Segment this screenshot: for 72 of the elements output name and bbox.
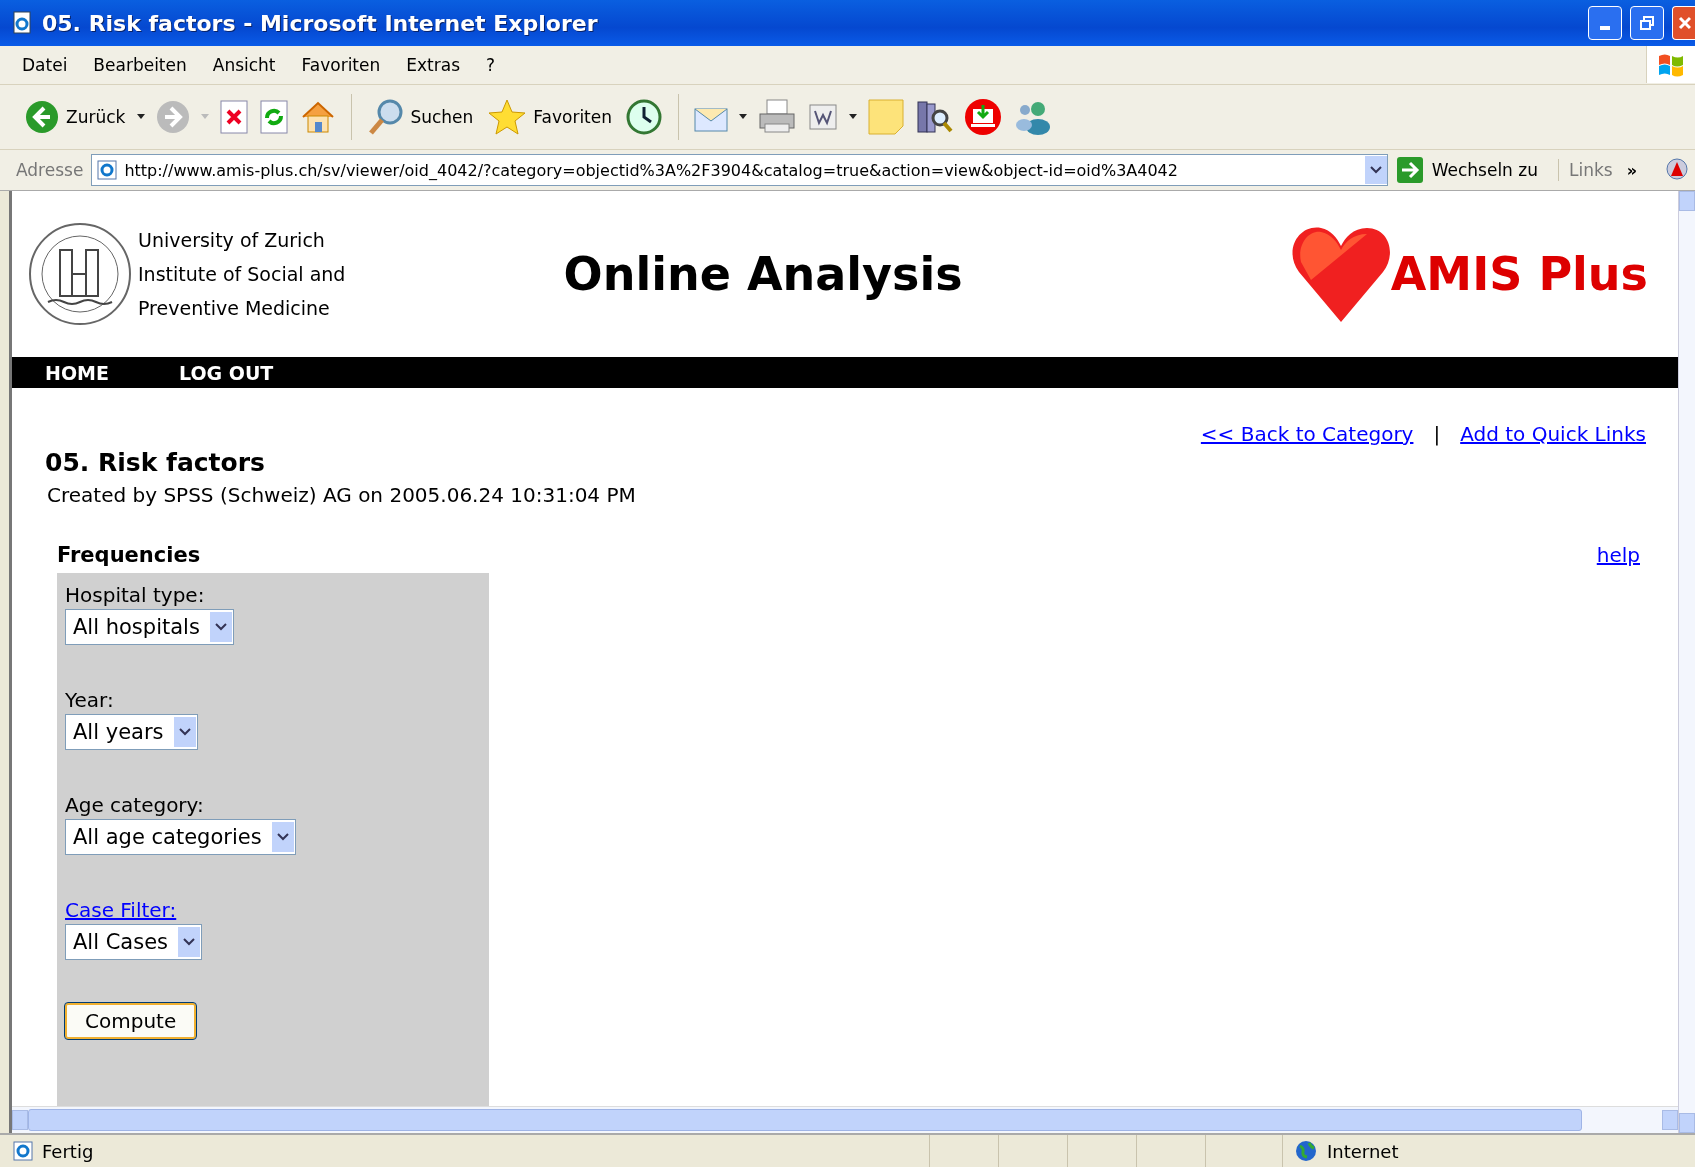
star-icon — [487, 98, 528, 136]
books-magnifier-icon[interactable] — [915, 98, 954, 136]
go-button[interactable]: Wechseln zu — [1395, 156, 1550, 184]
select-dropdown[interactable]: All age categories — [65, 819, 296, 855]
menu-item[interactable]: Ansicht — [212, 53, 276, 77]
printer-icon[interactable] — [757, 98, 798, 136]
menu-item[interactable]: Datei — [22, 53, 68, 77]
quick-links-link[interactable]: Add to Quick Links — [1460, 422, 1646, 446]
close-button[interactable] — [1672, 6, 1695, 40]
chevron-down-icon — [1369, 166, 1382, 174]
institution-line: Preventive Medicine — [138, 297, 331, 319]
horizontal-scrollbar[interactable] — [12, 1106, 1678, 1133]
nav-link[interactable]: LOG OUT — [178, 361, 274, 384]
chevron-down-icon — [276, 833, 289, 841]
back-button[interactable]: Zurück — [22, 97, 128, 137]
word-document-icon[interactable] — [807, 101, 840, 133]
university-seal-icon — [28, 222, 132, 326]
created-info: Created by SPSS (Schweiz) AG on 2005.06.24 10:31:04 PM — [47, 483, 637, 507]
arrow-right-icon — [1395, 156, 1424, 184]
minimize-icon — [1600, 26, 1610, 30]
page-icon — [96, 159, 119, 181]
address-field[interactable]: http://www.amis-plus.ch/sv/viewer/oid_4042/?category=objectid%3A%2F3904&catalog=true&action=view&object-id=oid%3A4042 — [91, 154, 1388, 186]
more-chevron[interactable]: » — [1626, 160, 1657, 180]
compute-button[interactable]: Compute — [65, 1003, 197, 1039]
page-heading: 05. Risk factors — [45, 448, 266, 477]
dropdown-caret-icon[interactable] — [739, 114, 748, 120]
menu-item[interactable]: Extras — [406, 53, 460, 77]
section-title: Frequencies — [57, 543, 201, 567]
institution-line: Institute of Social and — [138, 263, 346, 285]
stop-icon[interactable] — [219, 100, 250, 134]
nav-link[interactable]: HOME — [45, 361, 109, 384]
chevron-down-icon — [178, 728, 191, 736]
dropdown-caret-icon[interactable] — [137, 114, 146, 120]
minimize-button[interactable] — [1588, 6, 1622, 40]
field-label-link[interactable]: Case Filter: — [65, 898, 177, 922]
menu-item[interactable]: Bearbeiten — [93, 53, 187, 77]
search-button[interactable]: Suchen — [366, 96, 476, 138]
field-label: Hospital type: — [65, 583, 205, 607]
page-icon — [12, 1140, 34, 1162]
dropdown-caret-icon[interactable] — [849, 114, 858, 120]
restore-button[interactable] — [1630, 6, 1664, 40]
select-dropdown[interactable]: All years — [65, 714, 198, 750]
download-icon[interactable] — [963, 97, 1004, 137]
window-title: 05. Risk factors - Microsoft Internet Explorer — [42, 10, 599, 36]
site-title: Online Analysis — [562, 247, 964, 301]
help-link[interactable]: help — [1596, 543, 1640, 567]
chevron-down-icon — [214, 623, 227, 631]
vertical-scrollbar[interactable] — [1678, 191, 1695, 1133]
links-button[interactable]: Links — [1558, 159, 1619, 181]
field-label: Age category: — [65, 793, 204, 817]
globe-icon — [1295, 1140, 1317, 1162]
url-text: http://www.amis-plus.ch/sv/viewer/oid_4042/?category=objectid%3A%2F3904&catalog=true&action=view&object-id=oid%3A4042 — [124, 160, 1179, 180]
status-text: Fertig — [42, 1140, 95, 1162]
restore-icon — [1639, 15, 1655, 31]
institution-line: University of Zurich — [138, 229, 326, 251]
refresh-icon[interactable] — [259, 100, 290, 134]
search-icon — [368, 98, 405, 136]
select-dropdown[interactable]: All Cases — [65, 924, 203, 960]
chevron-down-icon — [183, 938, 196, 946]
link-separator: | — [1433, 422, 1441, 446]
close-icon — [1677, 15, 1691, 31]
back-link[interactable]: << Back to Category — [1200, 422, 1414, 446]
menu-item[interactable]: Favoriten — [301, 53, 381, 77]
field-label: Year: — [65, 688, 114, 712]
menu-item[interactable]: ? — [486, 53, 496, 77]
select-dropdown[interactable]: All hospitals — [65, 609, 234, 645]
address-label: Adresse — [16, 160, 84, 180]
favorites-button[interactable]: Favoriten — [485, 96, 615, 138]
browser-page-icon — [12, 11, 34, 35]
zone-text: Internet — [1327, 1140, 1399, 1162]
dropdown-button[interactable] — [1364, 156, 1387, 184]
brand-name: AMIS Plus — [1390, 247, 1648, 301]
